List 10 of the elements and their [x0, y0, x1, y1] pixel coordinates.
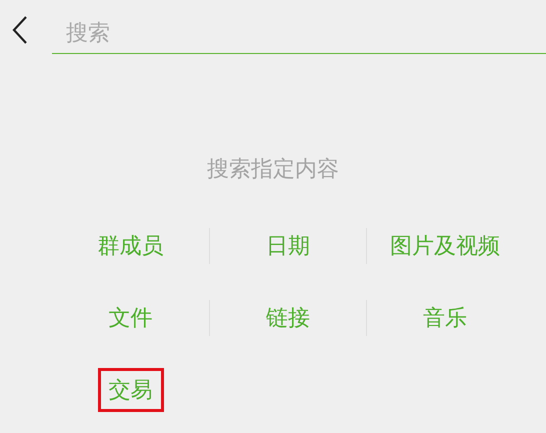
search-category-link[interactable]: 图片及视频 — [379, 224, 511, 268]
search-category-link[interactable]: 日期 — [255, 224, 321, 268]
search-category-link[interactable]: 群成员 — [86, 224, 174, 268]
back-icon[interactable] — [10, 14, 30, 46]
search-category-link[interactable]: 交易 — [98, 368, 164, 412]
search-category-link[interactable]: 链接 — [255, 296, 321, 340]
section-heading: 搜索指定内容 — [206, 156, 340, 184]
search-category-link[interactable]: 音乐 — [412, 296, 478, 340]
search-category-link[interactable]: 文件 — [98, 296, 164, 340]
search-field[interactable]: 搜索 — [52, 14, 546, 54]
